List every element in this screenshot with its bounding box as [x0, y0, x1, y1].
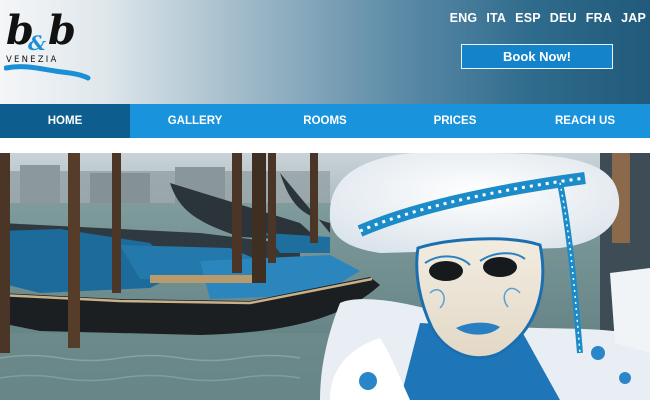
nav-item-rooms[interactable]: ROOMS — [260, 104, 390, 138]
book-now-button[interactable]: Book Now! — [461, 44, 613, 69]
svg-text:b: b — [48, 7, 76, 54]
lang-jap-link[interactable]: JAP — [621, 11, 646, 25]
bb-venezia-logo[interactable]: b & b VENEZIA — [3, 4, 92, 84]
nav-item-home[interactable]: HOME — [0, 104, 130, 138]
lang-esp-link[interactable]: ESP — [515, 11, 541, 25]
nav-item-prices[interactable]: PRICES — [390, 104, 520, 138]
nav-item-reach-us[interactable]: REACH US — [520, 104, 650, 138]
lang-deu-link[interactable]: DEU — [550, 11, 577, 25]
lang-eng-link[interactable]: ENG — [450, 11, 478, 25]
site-header: b & b VENEZIA ENG ITA ESP DEU FRA JAP Bo… — [0, 0, 650, 104]
svg-text:VENEZIA: VENEZIA — [6, 55, 58, 65]
nav-item-gallery[interactable]: GALLERY — [130, 104, 260, 138]
main-nav: HOME GALLERY ROOMS PRICES REACH US — [0, 104, 650, 138]
lang-ita-link[interactable]: ITA — [486, 11, 506, 25]
language-selector: ENG ITA ESP DEU FRA JAP — [441, 11, 646, 25]
lang-fra-link[interactable]: FRA — [586, 11, 612, 25]
svg-text:&: & — [28, 31, 46, 55]
hero-image — [0, 153, 650, 400]
